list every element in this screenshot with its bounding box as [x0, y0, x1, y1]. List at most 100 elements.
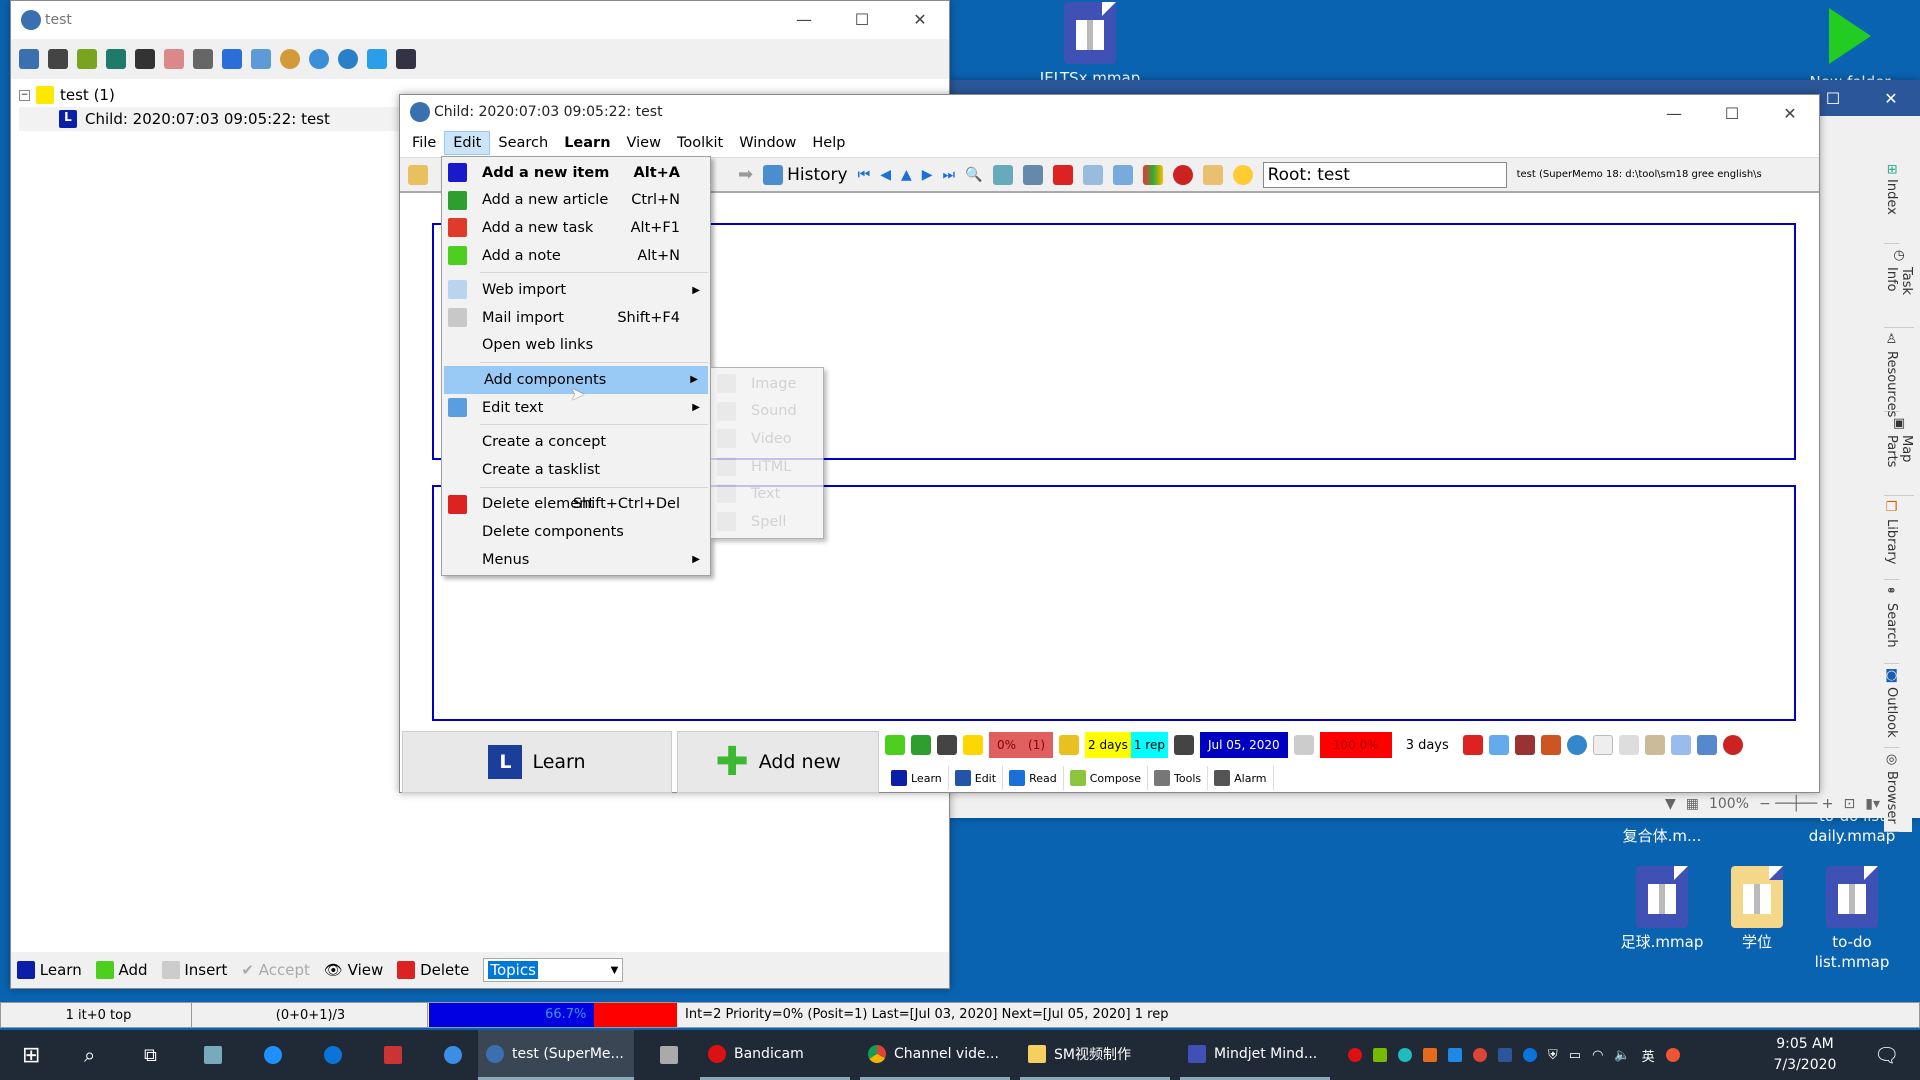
menu-edit[interactable]: Edit — [444, 131, 491, 155]
import-icon[interactable] — [1670, 735, 1691, 755]
desktop-icon-ieltsx[interactable]: IELTSx.mmap — [1035, 2, 1145, 88]
desktop-icon-football[interactable]: 足球.mmap — [1607, 866, 1717, 952]
menu-view[interactable]: View — [619, 132, 669, 154]
menu-help[interactable]: Help — [804, 132, 853, 154]
insert-button[interactable]: Insert — [161, 961, 227, 980]
menu-item-add-a-new-task[interactable]: Add a new task Alt+F1 — [442, 214, 710, 242]
window-icon[interactable] — [1173, 735, 1194, 755]
menu-item-open-web-links[interactable]: Open web links — [442, 332, 710, 360]
layout-icon[interactable] — [19, 49, 39, 69]
eye-icon[interactable] — [164, 49, 184, 69]
search-icon[interactable]: 🔍 — [965, 167, 982, 183]
tab-read[interactable]: Read — [1003, 766, 1064, 790]
search-icon[interactable] — [396, 49, 416, 69]
desktop-icon-degree[interactable]: 学位 — [1702, 866, 1812, 952]
pinned-app2[interactable] — [376, 1030, 410, 1080]
maximize-button[interactable]: ☐ — [833, 1, 891, 37]
menu-search[interactable]: Search — [490, 132, 556, 154]
zoom-slider[interactable]: − ──┼── + — [1759, 796, 1834, 812]
new-page-icon[interactable] — [1592, 735, 1613, 755]
word-icon[interactable] — [1498, 1048, 1512, 1062]
filter-icon[interactable]: ▼ — [1665, 796, 1676, 812]
category-select[interactable]: Topics ▼ — [483, 958, 624, 982]
paste-icon[interactable] — [1644, 735, 1665, 755]
menu-window[interactable]: Window — [731, 132, 804, 154]
tab-compose[interactable]: Compose — [1064, 766, 1149, 790]
menu-item-add-a-new-article[interactable]: Add a new article Ctrl+N — [442, 187, 710, 215]
menu-item-create-a-concept[interactable]: Create a concept — [442, 428, 710, 456]
notification-button[interactable]: 🗨 — [1866, 1030, 1907, 1080]
side-tab-index[interactable]: ⊞ Index — [1884, 160, 1899, 244]
chrome-tray-icon[interactable] — [1473, 1048, 1487, 1062]
undo-icon[interactable] — [309, 49, 329, 69]
desktop-icon-fuhe[interactable]: 复合体.m... — [1607, 826, 1717, 846]
record-icon[interactable] — [1348, 1048, 1362, 1062]
google-icon[interactable] — [1052, 164, 1073, 185]
minimize-button[interactable]: — — [775, 1, 833, 37]
font-icon[interactable] — [1514, 735, 1535, 755]
copy-green-icon[interactable] — [77, 49, 97, 69]
menu-item-add-a-new-item[interactable]: Add a new item Alt+A — [442, 159, 710, 187]
stop-icon[interactable] — [280, 49, 300, 69]
nvidia-icon[interactable] — [1373, 1048, 1387, 1062]
bluetooth-app-icon[interactable] — [1448, 1048, 1462, 1062]
submenu-item-video[interactable]: Video — [711, 425, 823, 453]
calendar-icon[interactable] — [1293, 735, 1314, 755]
submenu-item-html[interactable]: HTML — [711, 453, 823, 481]
previous-icon[interactable]: ◀ — [880, 167, 891, 183]
binoculars-icon[interactable] — [135, 49, 155, 69]
next-icon[interactable]: ▶ — [922, 167, 933, 183]
desktop-icon-todo-list[interactable]: to-do list.mmap — [1797, 866, 1907, 972]
template-icon[interactable] — [1488, 735, 1509, 755]
start-button[interactable]: ⊞ — [14, 1030, 48, 1080]
pinned-edge[interactable] — [316, 1030, 350, 1080]
submenu-item-spell[interactable]: Spell — [711, 508, 823, 536]
menu-item-delete-components[interactable]: Delete components — [442, 518, 710, 546]
edit-icon[interactable] — [1696, 735, 1717, 755]
parent-icon[interactable]: ▲ — [901, 167, 912, 183]
office-icon[interactable] — [1142, 164, 1163, 185]
dictionary-icon[interactable] — [992, 164, 1013, 185]
menu-item-add-a-note[interactable]: Add a note Alt+N — [442, 242, 710, 270]
info-icon[interactable] — [338, 49, 358, 69]
taskbar-app-supermemo[interactable]: test (SuperMe... — [478, 1030, 634, 1080]
side-tab-library[interactable]: ❐ Library — [1884, 496, 1899, 580]
next-date-field[interactable]: Jul 05, 2020 — [1199, 732, 1288, 758]
side-tab-outlook[interactable]: ◙ Outlook — [1884, 664, 1899, 748]
calendar-icon[interactable] — [1112, 164, 1133, 185]
maximize-button[interactable]: ☐ — [1703, 95, 1761, 131]
pinned-app-icon[interactable] — [196, 1030, 230, 1080]
submenu-item-text[interactable]: Text — [711, 480, 823, 508]
learn-big-button[interactable]: L Learn — [402, 731, 672, 793]
side-tab-task-info[interactable]: ◷ Task Info — [1884, 244, 1914, 328]
taskbar-app-unknown[interactable] — [652, 1030, 686, 1080]
menu-item-mail-import[interactable]: Mail import Shift+F4 — [442, 304, 710, 332]
add-note-icon[interactable] — [885, 735, 905, 755]
document-icon[interactable] — [937, 735, 957, 755]
side-tab-search[interactable]: ⚭ Search — [1884, 580, 1899, 664]
add-article-icon[interactable] — [911, 735, 931, 755]
layout-icon[interactable]: ▮▾ — [1865, 796, 1880, 812]
open-folder-icon[interactable] — [408, 164, 428, 185]
submenu-item-sound[interactable]: Sound — [711, 398, 823, 426]
cloze-icon[interactable] — [963, 735, 983, 755]
bluetooth-icon[interactable] — [1523, 1048, 1537, 1062]
submenu-item-image[interactable]: Image — [711, 370, 823, 398]
copy-icon[interactable] — [1618, 735, 1639, 755]
tab-alarm[interactable]: Alarm — [1208, 766, 1274, 790]
fit-map-icon[interactable]: ⊡ — [1844, 796, 1856, 812]
html-icon[interactable] — [1540, 735, 1561, 755]
wifi-icon[interactable]: ◠ — [1592, 1048, 1603, 1063]
forward-arrow-icon[interactable]: ➡ — [738, 164, 753, 185]
menu-learn[interactable]: Learn — [556, 132, 618, 154]
taskbar-app-folder[interactable]: SM视频制作 — [1020, 1030, 1170, 1080]
menu-file[interactable]: File — [404, 132, 444, 154]
collapse-icon[interactable]: − — [19, 89, 30, 101]
close-button[interactable]: ✕ — [1862, 80, 1920, 116]
add-new-big-button[interactable]: ✚ Add new — [677, 731, 879, 793]
menu-item-web-import[interactable]: Web import ▶ — [442, 276, 710, 304]
save-icon[interactable] — [251, 49, 271, 69]
candle-icon[interactable] — [1202, 164, 1223, 185]
root-field[interactable]: Root: test — [1262, 161, 1507, 188]
taskbar-app-mindjet[interactable]: Mindjet Mind... — [1180, 1030, 1330, 1080]
